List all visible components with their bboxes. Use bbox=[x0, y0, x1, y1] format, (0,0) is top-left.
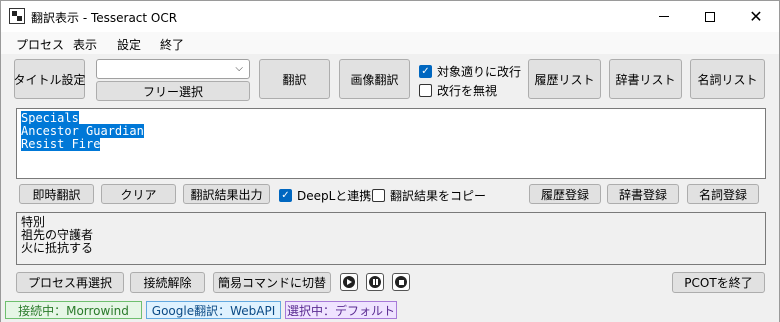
app-logo-icon bbox=[9, 8, 25, 24]
ignore-newline-checkbox[interactable]: 改行を無視 bbox=[419, 82, 497, 99]
wrap-period-checkbox[interactable]: ✓ 対象適りに改行 bbox=[419, 63, 521, 80]
menu-process[interactable]: プロセス bbox=[16, 36, 64, 53]
copy-result-label: 翻訳結果をコピー bbox=[390, 189, 487, 203]
app-window: 翻訳表示 - Tesseract OCR ✕ プロセス 表示 設定 終了 タイト… bbox=[0, 0, 780, 322]
title-settings-button[interactable]: タイトル設定 bbox=[14, 59, 86, 99]
noun-register-button[interactable]: 名詞登録 bbox=[687, 184, 759, 204]
translated-line: 特別 bbox=[21, 215, 46, 229]
source-line: Ancestor Guardian bbox=[21, 124, 144, 138]
history-register-button[interactable]: 履歴登録 bbox=[529, 184, 601, 204]
checkbox-checked-icon: ✓ bbox=[419, 65, 432, 78]
source-text-area[interactable]: Specials Ancestor Guardian Resist Fire bbox=[16, 108, 766, 179]
minimize-icon bbox=[659, 16, 669, 17]
stop-button[interactable] bbox=[392, 273, 410, 291]
dictionary-register-button[interactable]: 辞書登録 bbox=[607, 184, 679, 204]
selection-status: 選択中：デフォルト bbox=[285, 301, 397, 319]
target-combo[interactable]: ⌵ bbox=[96, 59, 250, 79]
deepl-label: DeepLと連携 bbox=[297, 189, 372, 203]
image-translate-button[interactable]: 画像翻訳 bbox=[339, 59, 410, 99]
translated-line: 祖先の守護者 bbox=[21, 228, 94, 242]
clear-button[interactable]: クリア bbox=[101, 184, 176, 204]
dictionary-list-button[interactable]: 辞書リスト bbox=[609, 59, 682, 99]
chevron-down-icon: ⌵ bbox=[235, 63, 243, 74]
deepl-checkbox[interactable]: ✓ DeepLと連携 bbox=[279, 187, 371, 204]
export-result-button[interactable]: 翻訳結果出力 bbox=[183, 184, 270, 204]
translate-button[interactable]: 翻訳 bbox=[259, 59, 330, 99]
play-button[interactable] bbox=[340, 273, 358, 291]
disconnect-button[interactable]: 接続解除 bbox=[130, 272, 205, 293]
translator-status: Google翻訳：WebAPI bbox=[146, 301, 281, 319]
stop-icon bbox=[395, 276, 407, 288]
ignore-newline-label: 改行を無視 bbox=[437, 84, 498, 98]
wrap-period-label: 対象適りに改行 bbox=[437, 65, 522, 79]
close-icon: ✕ bbox=[749, 7, 763, 26]
title-bar: 翻訳表示 - Tesseract OCR ✕ bbox=[1, 1, 779, 32]
translated-line: 火に抵抗する bbox=[21, 241, 94, 255]
translated-text-area[interactable]: 特別 祖先の守護者 火に抵抗する bbox=[16, 212, 766, 265]
menu-exit[interactable]: 終了 bbox=[160, 36, 184, 53]
pcot-quit-button[interactable]: PCOTを終了 bbox=[672, 272, 765, 293]
source-line: Specials bbox=[21, 111, 79, 125]
maximize-button[interactable] bbox=[687, 1, 733, 32]
simple-command-button[interactable]: 簡易コマンドに切替 bbox=[213, 272, 331, 293]
menu-bar: プロセス 表示 設定 終了 bbox=[1, 32, 779, 54]
copy-result-checkbox[interactable]: 翻訳結果をコピー bbox=[372, 187, 486, 204]
maximize-icon bbox=[705, 11, 715, 22]
menu-settings[interactable]: 設定 bbox=[117, 36, 141, 53]
minimize-button[interactable] bbox=[641, 1, 687, 32]
window-title: 翻訳表示 - Tesseract OCR bbox=[31, 11, 178, 25]
reselect-process-button[interactable]: プロセス再選択 bbox=[16, 272, 124, 293]
menu-view[interactable]: 表示 bbox=[73, 36, 97, 53]
pause-icon bbox=[369, 276, 381, 288]
checkbox-checked-icon: ✓ bbox=[279, 189, 292, 202]
history-list-button[interactable]: 履歴リスト bbox=[528, 59, 601, 99]
checkbox-unchecked-icon bbox=[372, 189, 385, 202]
source-line: Resist Fire bbox=[21, 137, 101, 151]
checkbox-unchecked-icon bbox=[419, 84, 432, 97]
instant-translate-button[interactable]: 即時翻訳 bbox=[19, 184, 94, 204]
pause-button[interactable] bbox=[366, 273, 384, 291]
status-bar: 接続中：Morrowind Google翻訳：WebAPI 選択中：デフォルト bbox=[1, 299, 779, 322]
close-button[interactable]: ✕ bbox=[733, 1, 779, 32]
play-icon bbox=[343, 276, 355, 288]
noun-list-button[interactable]: 名詞リスト bbox=[690, 59, 765, 99]
connection-status: 接続中：Morrowind bbox=[5, 301, 142, 319]
free-select-button[interactable]: フリー選択 bbox=[96, 81, 250, 101]
